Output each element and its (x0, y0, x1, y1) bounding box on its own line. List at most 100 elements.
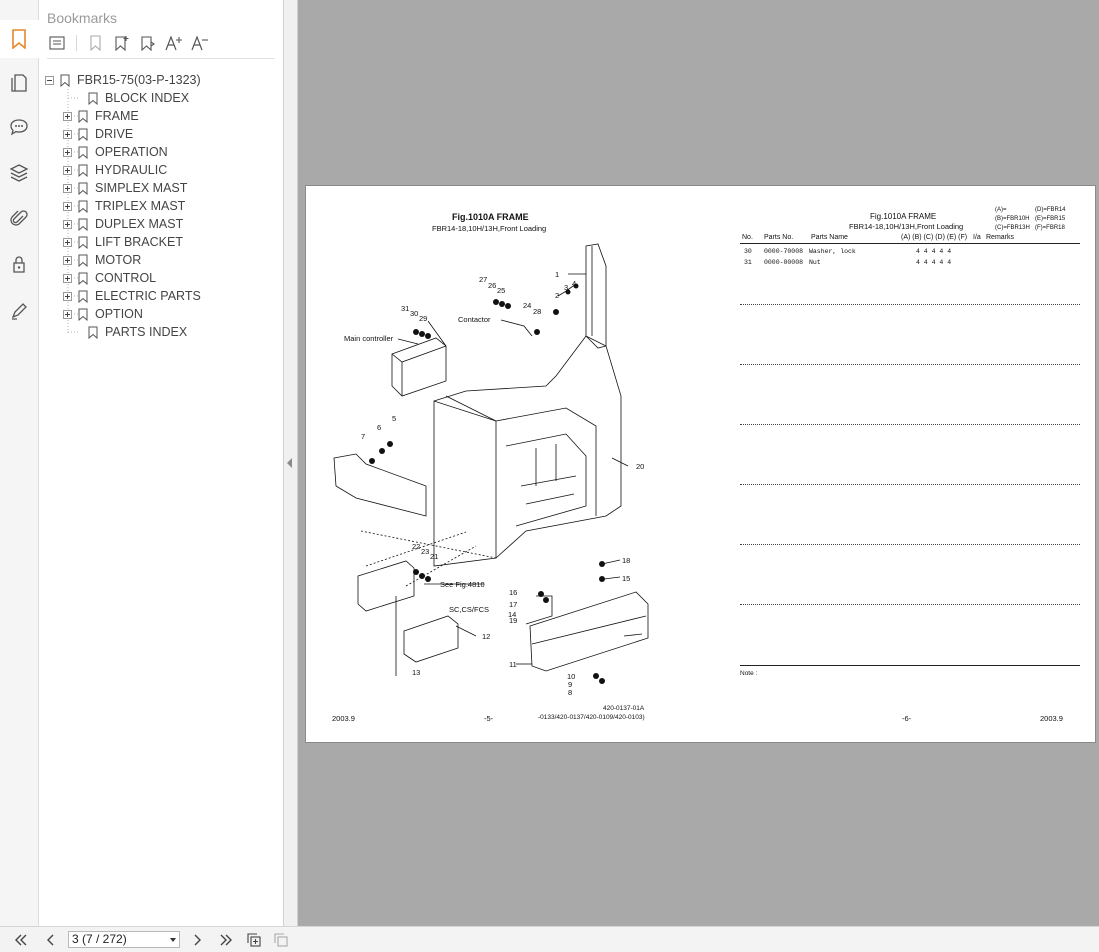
list-options-icon (49, 36, 65, 50)
bookmark-label: PARTS INDEX (105, 325, 188, 339)
callout-19: 19 (509, 616, 518, 625)
first-page-button[interactable] (12, 931, 30, 949)
next-page-button[interactable] (188, 931, 206, 949)
callout-13: 13 (412, 668, 421, 677)
increase-font-button[interactable] (164, 33, 184, 53)
expand-toggle[interactable] (63, 237, 72, 247)
panel-title: Bookmarks (47, 10, 118, 26)
left-footer-code2: -0133/420-0137/420-0109/420-0103) (538, 714, 645, 721)
bookmark-item-lift-bracket[interactable]: LIFT BRACKET (63, 233, 183, 251)
add-child-bookmark-button[interactable] (138, 33, 158, 53)
collapse-toggle[interactable] (45, 75, 54, 85)
left-footer-code1: 420-0137-01A (603, 705, 645, 712)
panel-splitter[interactable] (284, 0, 298, 926)
callout-9: 9 (568, 680, 573, 689)
callout-21: 21 (430, 552, 439, 561)
expand-toggle[interactable] (63, 291, 72, 301)
attachments-panel-button[interactable] (0, 200, 38, 238)
expand-toggle[interactable] (63, 309, 72, 319)
bookmark-icon (78, 164, 88, 177)
panel-divider (47, 58, 275, 59)
duplicate-page-icon (274, 933, 288, 947)
row-separator (740, 484, 1080, 485)
add-child-bookmark-icon (141, 36, 155, 51)
row-no: 31 (744, 259, 752, 266)
callout-7: 7 (361, 432, 366, 441)
previous-page-button[interactable] (42, 931, 60, 949)
bookmarks-panel: Bookmarks FBR15-75(03-P-1323) BLOCK INDE… (39, 0, 284, 926)
insert-page-icon (247, 933, 261, 947)
bookmark-item-block-index[interactable]: BLOCK INDEX (73, 89, 189, 107)
pages-panel-button[interactable] (0, 64, 38, 102)
layers-icon (9, 164, 29, 182)
bookmark-item-hydraulic[interactable]: HYDRAULIC (63, 161, 167, 179)
expand-toggle[interactable] (63, 129, 72, 139)
expand-toggle[interactable] (63, 165, 72, 175)
callout-15: 15 (622, 574, 631, 583)
duplicate-page-button[interactable] (272, 931, 290, 949)
comments-panel-button[interactable] (0, 108, 38, 146)
row-separator (740, 604, 1080, 605)
expand-toggle[interactable] (63, 219, 72, 229)
right-fig-title: Fig.1010A FRAME (870, 212, 937, 221)
bookmark-label: HYDRAULIC (95, 163, 168, 177)
document-viewer[interactable]: Fig.1010A FRAME FBR14-18,10H/13H,Front L… (298, 0, 1099, 926)
expand-toggle[interactable] (63, 183, 72, 193)
dropdown-arrow-icon[interactable] (170, 938, 176, 942)
bookmark-icon (78, 272, 88, 285)
decrease-font-button[interactable] (190, 33, 210, 53)
bookmark-item-drive[interactable]: DRIVE (63, 125, 133, 143)
expand-toggle[interactable] (63, 255, 72, 265)
bookmark-item-frame[interactable]: FRAME (63, 107, 139, 125)
bookmark-icon (88, 92, 98, 105)
security-panel-button[interactable] (0, 245, 38, 283)
bookmark-item-control[interactable]: CONTROL (63, 269, 156, 287)
row-separator (740, 424, 1080, 425)
legend-c: (C)=FBR13H (995, 225, 1030, 231)
delete-bookmark-button[interactable] (86, 33, 106, 53)
insert-page-button[interactable] (245, 931, 263, 949)
bookmark-root[interactable]: FBR15-75(03-P-1323) (45, 71, 201, 89)
signature-panel-button[interactable] (0, 292, 38, 330)
expand-toggle[interactable] (63, 111, 72, 121)
bookmark-item-operation[interactable]: OPERATION (63, 143, 168, 161)
bookmark-options-button[interactable] (47, 33, 67, 53)
callout-11: 11 (509, 660, 517, 669)
bookmark-icon (88, 326, 98, 339)
add-bookmark-button[interactable] (112, 33, 132, 53)
font-decrease-icon (191, 35, 208, 51)
bookmark-label: FBR15-75(03-P-1323) (77, 73, 201, 87)
pdf-page: Fig.1010A FRAME FBR14-18,10H/13H,Front L… (305, 185, 1096, 743)
page-number-input[interactable]: 3 (7 / 272) (68, 931, 180, 948)
bookmark-item-triplex-mast[interactable]: TRIPLEX MAST (63, 197, 185, 215)
bookmark-item-simplex-mast[interactable]: SIMPLEX MAST (63, 179, 187, 197)
last-page-button[interactable] (217, 931, 235, 949)
bookmark-item-parts-index[interactable]: PARTS INDEX (73, 323, 187, 341)
bookmark-item-electric-parts[interactable]: ELECTRIC PARTS (63, 287, 201, 305)
layers-panel-button[interactable] (0, 154, 38, 192)
toolbar-separator (76, 35, 77, 51)
col-remarks: Remarks (986, 234, 1015, 241)
bookmark-item-duplex-mast[interactable]: DUPLEX MAST (63, 215, 183, 233)
bookmark-panel-button[interactable] (0, 20, 39, 58)
row-parts-no: 0000-00008 (764, 259, 804, 266)
callout-4: 4 (572, 279, 577, 288)
double-chevron-right-icon (220, 934, 232, 946)
legend-a: (A)= (995, 207, 1007, 213)
bookmark-label: DUPLEX MAST (95, 217, 184, 231)
collapse-panel-arrow-icon[interactable] (287, 458, 292, 468)
bookmark-icon (78, 308, 88, 321)
expand-toggle[interactable] (63, 201, 72, 211)
frame-exploded-diagram (333, 243, 649, 684)
bookmark-icon (78, 110, 88, 123)
table-header-rule (740, 243, 1080, 244)
callout-16: 16 (509, 588, 518, 597)
expand-toggle[interactable] (63, 273, 72, 283)
expand-toggle[interactable] (63, 147, 72, 157)
callout-26: 26 (488, 281, 497, 290)
row-parts-name: Washer, lock (809, 248, 856, 255)
bookmark-item-option[interactable]: OPTION (63, 305, 143, 323)
legend-d: (D)=FBR14 (1035, 207, 1066, 213)
bookmark-label: CONTROL (95, 271, 157, 285)
bookmark-item-motor[interactable]: MOTOR (63, 251, 141, 269)
